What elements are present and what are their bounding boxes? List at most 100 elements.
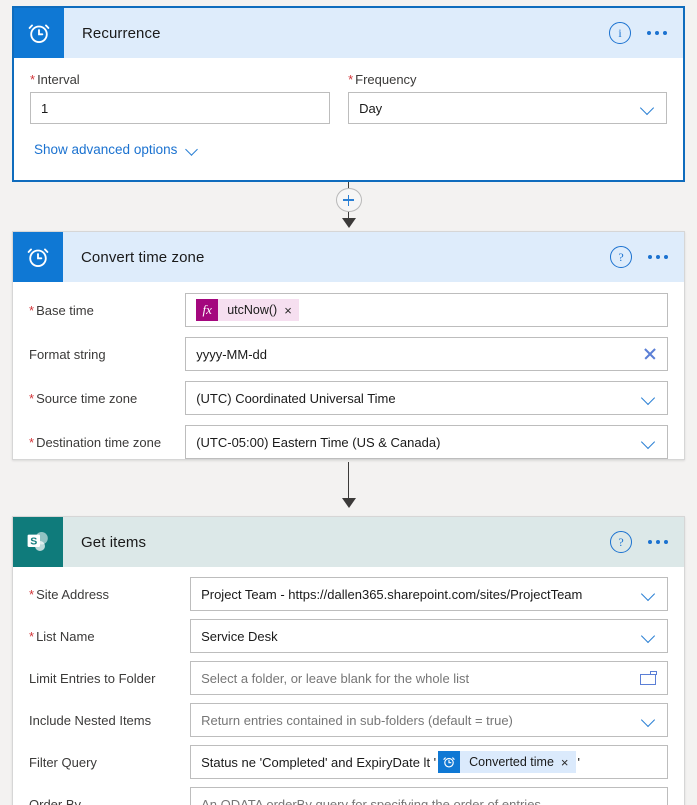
connector-recurrence-to-convert <box>0 182 697 229</box>
filter-query-input[interactable]: Status ne 'Completed' and ExpiryDate lt … <box>190 745 668 779</box>
order-by-input[interactable]: An ODATA orderBy query for specifying th… <box>190 787 668 805</box>
list-name-dropdown[interactable]: Service Desk <box>190 619 668 653</box>
alarm-clock-icon <box>438 751 461 773</box>
field-label: * Site Address <box>29 586 110 602</box>
required-asterisk: * <box>29 390 35 406</box>
field-label: Order By <box>29 796 82 805</box>
field-limit-entries-to-folder: Limit Entries to Folder Select a folder,… <box>13 657 684 699</box>
show-advanced-options-link[interactable]: Show advanced options <box>14 124 200 157</box>
filter-query-text-after: ' <box>577 754 580 770</box>
info-icon[interactable]: i <box>609 22 631 44</box>
chevron-down-icon <box>641 437 657 447</box>
svg-text:S: S <box>30 535 37 547</box>
required-asterisk: * <box>29 302 35 318</box>
token-label-wrap: utcNow() × <box>218 299 299 321</box>
field-label: * Base time <box>29 302 94 318</box>
card-header-actions: ? <box>610 246 684 268</box>
help-icon[interactable]: ? <box>610 531 632 553</box>
field-label: * Frequency <box>348 72 417 87</box>
format-string-input[interactable]: yyyy-MM-dd <box>185 337 668 371</box>
card-header-get-items[interactable]: S Get items ? <box>13 517 684 567</box>
field-source-time-zone: * Source time zone (UTC) Coordinated Univ… <box>13 376 684 420</box>
card-title: Convert time zone <box>81 248 205 266</box>
field-value: Project Team - https://dallen365.sharepo… <box>201 586 583 602</box>
field-label: Format string <box>29 346 106 362</box>
required-asterisk: * <box>29 434 35 450</box>
card-header-actions: ? <box>610 531 684 553</box>
chevron-down-icon <box>641 393 657 403</box>
remove-token-icon[interactable]: × <box>284 304 292 317</box>
field-value: yyyy-MM-dd <box>196 346 267 362</box>
token-text: Converted time <box>469 755 554 769</box>
show-advanced-options-label: Show advanced options <box>34 142 178 157</box>
field-value: Service Desk <box>201 628 278 644</box>
clear-icon[interactable] <box>643 347 657 361</box>
connector-line <box>347 462 350 498</box>
field-base-time: * Base time fx utcNow() × <box>13 282 684 332</box>
card-header-actions: i <box>609 22 683 44</box>
help-icon[interactable]: ? <box>610 246 632 268</box>
field-format-string: Format string yyyy-MM-dd <box>13 332 684 376</box>
field-order-by: Order By An ODATA orderBy query for spec… <box>13 783 684 805</box>
chevron-down-icon <box>640 103 656 113</box>
include-nested-items-dropdown[interactable]: Return entries contained in sub-folders … <box>190 703 668 737</box>
flow-designer-canvas: Recurrence i * Interval 1 * Frequency Da… <box>0 0 697 805</box>
chevron-down-icon <box>641 589 657 599</box>
field-placeholder: An ODATA orderBy query for specifying th… <box>201 796 541 805</box>
more-options-icon[interactable] <box>647 31 667 35</box>
dynamic-content-token-converted-time[interactable]: Converted time × <box>438 751 576 773</box>
card-title: Recurrence <box>82 24 161 42</box>
field-frequency: * Frequency Day <box>348 72 667 124</box>
field-value: (UTC-05:00) Eastern Time (US & Canada) <box>196 434 441 450</box>
field-label: Limit Entries to Folder <box>29 670 156 686</box>
more-options-icon[interactable] <box>648 255 668 259</box>
field-placeholder: Select a folder, or leave blank for the … <box>201 670 470 686</box>
field-interval: * Interval 1 <box>30 72 331 124</box>
field-label: * List Name <box>29 628 95 644</box>
frequency-dropdown[interactable]: Day <box>348 92 667 124</box>
token-label-wrap: Converted time × <box>460 751 576 773</box>
add-step-button[interactable] <box>335 187 362 213</box>
action-card-convert-time-zone[interactable]: Convert time zone ? * Base time fx utcNow… <box>12 231 685 460</box>
field-site-address: * Site Address Project Team - https://dal… <box>13 567 684 615</box>
field-label: * Source time zone <box>29 390 138 406</box>
field-label: Include Nested Items <box>29 712 152 728</box>
connector-line <box>347 182 350 188</box>
base-time-input[interactable]: fx utcNow() × <box>185 293 668 327</box>
field-value: Day <box>359 100 383 116</box>
field-label: * Destination time zone <box>29 434 162 450</box>
filter-query-text-before: Status ne 'Completed' and ExpiryDate lt … <box>201 754 437 770</box>
card-body-convert-time-zone: * Base time fx utcNow() × Format string y… <box>13 282 684 464</box>
token-text: utcNow() <box>227 303 278 317</box>
chevron-down-icon <box>186 145 200 154</box>
required-asterisk: * <box>348 72 354 87</box>
alarm-clock-icon <box>13 232 63 282</box>
limit-entries-to-folder-input[interactable]: Select a folder, or leave blank for the … <box>190 661 668 695</box>
field-value: (UTC) Coordinated Universal Time <box>196 390 396 406</box>
action-card-get-items[interactable]: S Get items ? * Site Address Project Team… <box>12 516 685 805</box>
card-header-convert-time-zone[interactable]: Convert time zone ? <box>13 232 684 282</box>
folder-icon[interactable] <box>640 671 657 685</box>
card-body-get-items: * Site Address Project Team - https://dal… <box>13 567 684 805</box>
chevron-down-icon <box>641 631 657 641</box>
field-label: Filter Query <box>29 754 97 770</box>
sharepoint-icon: S <box>13 517 63 567</box>
field-list-name: * List Name Service Desk <box>13 615 684 657</box>
action-card-recurrence[interactable]: Recurrence i * Interval 1 * Frequency Da… <box>12 6 685 182</box>
source-time-zone-dropdown[interactable]: (UTC) Coordinated Universal Time <box>185 381 668 415</box>
field-label: * Interval <box>30 72 80 87</box>
connector-convert-to-get-items <box>0 462 697 512</box>
card-header-recurrence[interactable]: Recurrence i <box>14 8 683 58</box>
field-include-nested-items: Include Nested Items Return entries cont… <box>13 699 684 741</box>
interval-input[interactable]: 1 <box>30 92 331 124</box>
arrow-head-icon <box>341 498 356 508</box>
required-asterisk: * <box>29 586 35 602</box>
dynamic-content-token-utcnow[interactable]: fx utcNow() × <box>196 299 299 321</box>
field-placeholder: Return entries contained in sub-folders … <box>201 712 513 728</box>
destination-time-zone-dropdown[interactable]: (UTC-05:00) Eastern Time (US & Canada) <box>185 425 668 459</box>
more-options-icon[interactable] <box>648 540 668 544</box>
chevron-down-icon <box>641 715 657 725</box>
site-address-dropdown[interactable]: Project Team - https://dallen365.sharepo… <box>190 577 668 611</box>
remove-token-icon[interactable]: × <box>561 756 569 769</box>
field-destination-time-zone: * Destination time zone (UTC-05:00) Easte… <box>13 420 684 464</box>
